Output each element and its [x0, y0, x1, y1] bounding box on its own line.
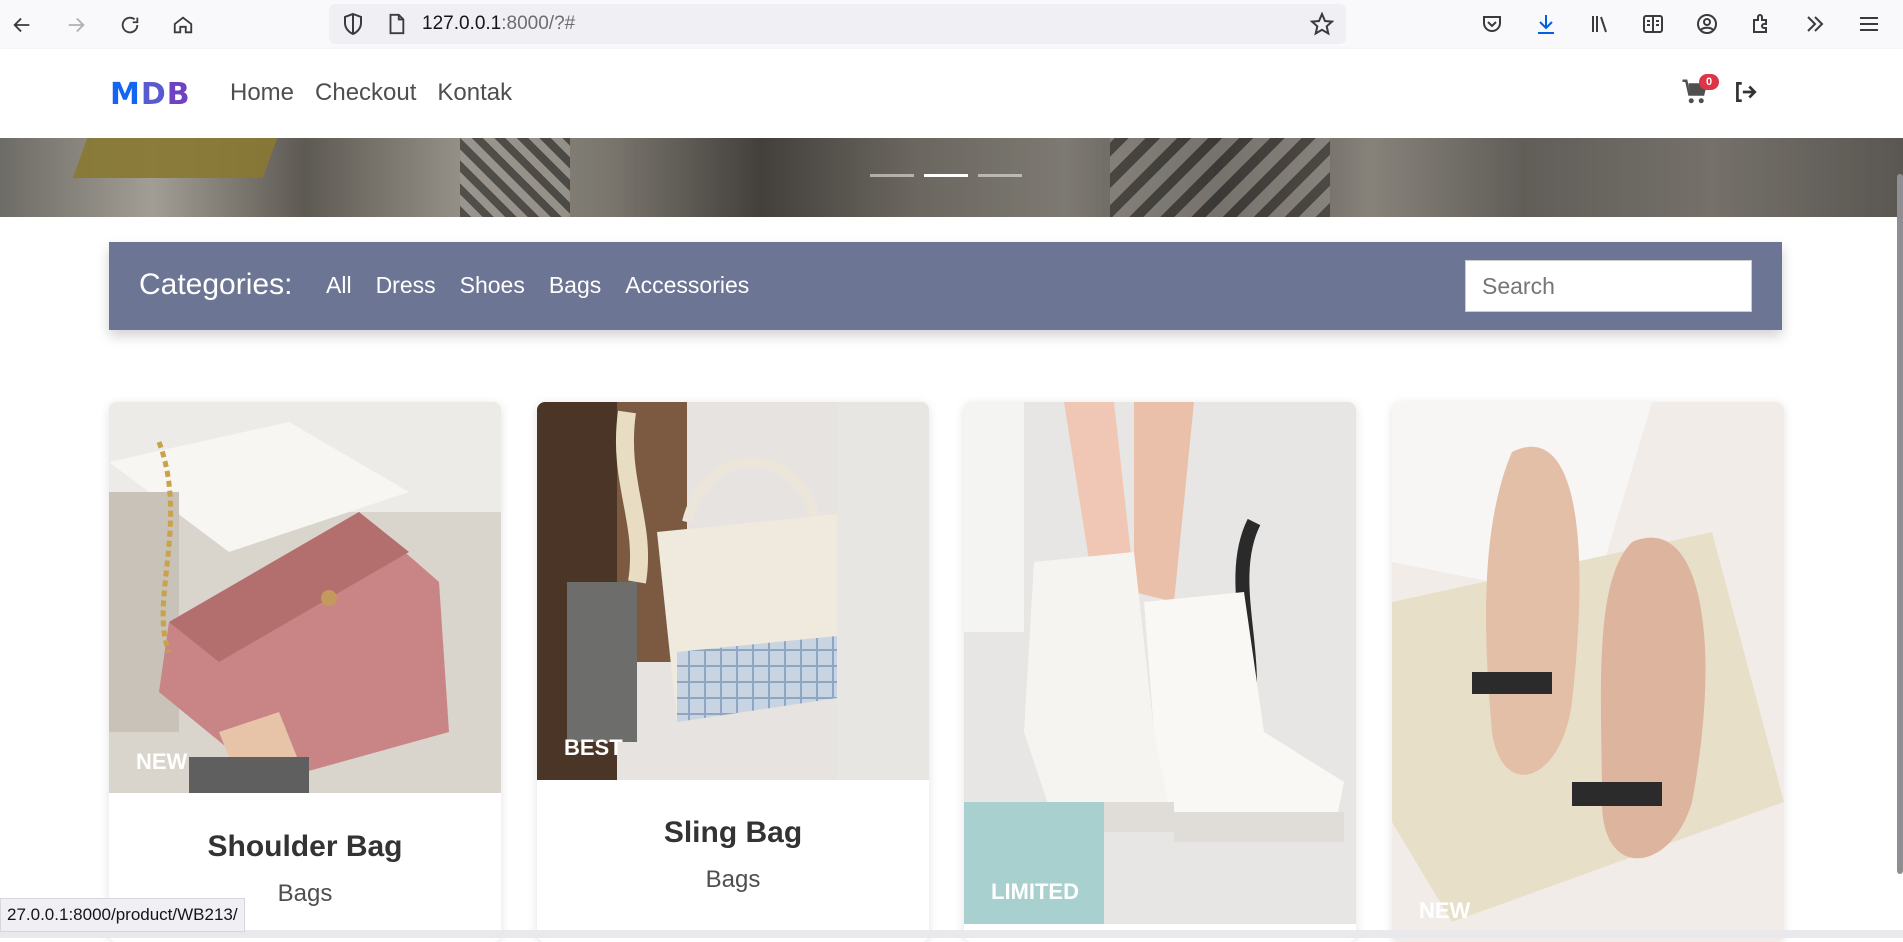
carousel-indicator[interactable] — [978, 174, 1022, 177]
nav-checkout-link[interactable]: Checkout — [315, 79, 416, 107]
library-icon[interactable] — [1584, 8, 1616, 40]
product-tag: BEST — [564, 735, 623, 760]
url-text[interactable]: 127.0.0.1:8000/?# — [422, 13, 575, 35]
product-tag: LIMITED — [991, 879, 1079, 904]
product-category: Bags — [705, 866, 761, 893]
carousel-indicator[interactable] — [870, 174, 914, 177]
url-bar[interactable]: 127.0.0.1:8000/?# — [329, 4, 1346, 44]
product-card[interactable]: NEW — [1392, 402, 1784, 942]
product-image[interactable] — [1392, 402, 1784, 942]
bookmark-star-icon[interactable] — [1310, 12, 1334, 36]
category-links: All Dress Shoes Bags Accessories — [326, 272, 749, 299]
product-card[interactable]: LIMITED — [964, 402, 1356, 942]
account-icon[interactable] — [1691, 8, 1723, 40]
product-tag: NEW — [136, 749, 188, 774]
category-accessories-link[interactable]: Accessories — [625, 272, 749, 299]
shield-icon[interactable] — [341, 12, 365, 36]
product-card[interactable]: BEST Sling Bag Bags — [537, 402, 929, 942]
site-navbar: MDB Home Checkout Kontak 0 — [0, 49, 1903, 138]
reload-icon[interactable] — [113, 8, 147, 42]
categories-title: Categories: — [139, 268, 293, 301]
reader-view-icon[interactable] — [1637, 8, 1669, 40]
category-dress-link[interactable]: Dress — [376, 272, 436, 299]
pocket-icon[interactable] — [1476, 8, 1508, 40]
categories-bar: Categories: All Dress Shoes Bags Accesso… — [109, 242, 1782, 330]
carousel-indicators — [870, 174, 1022, 177]
product-card[interactable]: NEW Shoulder Bag Bags — [109, 402, 501, 942]
product-title[interactable]: Shoulder Bag — [109, 830, 501, 864]
downloads-icon[interactable] — [1530, 8, 1562, 40]
overflow-chevron-icon[interactable] — [1799, 8, 1831, 40]
browser-toolbar: 127.0.0.1:8000/?# — [0, 0, 1903, 50]
product-image[interactable] — [537, 402, 929, 780]
back-icon[interactable] — [5, 8, 39, 42]
menu-icon[interactable] — [1853, 8, 1885, 40]
main-nav: Home Checkout Kontak — [230, 79, 512, 107]
brand-logo[interactable]: MDB — [110, 77, 191, 112]
carousel-indicator-active[interactable] — [924, 174, 968, 177]
extensions-icon[interactable] — [1745, 8, 1777, 40]
category-bags-link[interactable]: Bags — [549, 272, 601, 299]
product-image[interactable] — [964, 402, 1356, 924]
product-image[interactable] — [109, 402, 501, 793]
logout-icon[interactable] — [1732, 79, 1758, 105]
home-icon[interactable] — [166, 8, 200, 42]
status-bar-url: 27.0.0.1:8000/product/WB213/ — [0, 898, 245, 932]
forward-icon[interactable] — [59, 8, 93, 42]
nav-kontak-link[interactable]: Kontak — [437, 79, 512, 107]
category-all-link[interactable]: All — [326, 272, 352, 299]
product-title[interactable]: Sling Bag — [537, 816, 929, 850]
cart-count-badge: 0 — [1699, 74, 1719, 90]
hero-carousel[interactable] — [0, 138, 1903, 217]
product-tag: NEW — [1419, 898, 1471, 923]
search-input[interactable] — [1465, 260, 1752, 312]
nav-home-link[interactable]: Home — [230, 79, 294, 107]
page-icon — [389, 13, 405, 35]
page-scrollbar[interactable] — [1897, 174, 1903, 874]
category-shoes-link[interactable]: Shoes — [460, 272, 525, 299]
